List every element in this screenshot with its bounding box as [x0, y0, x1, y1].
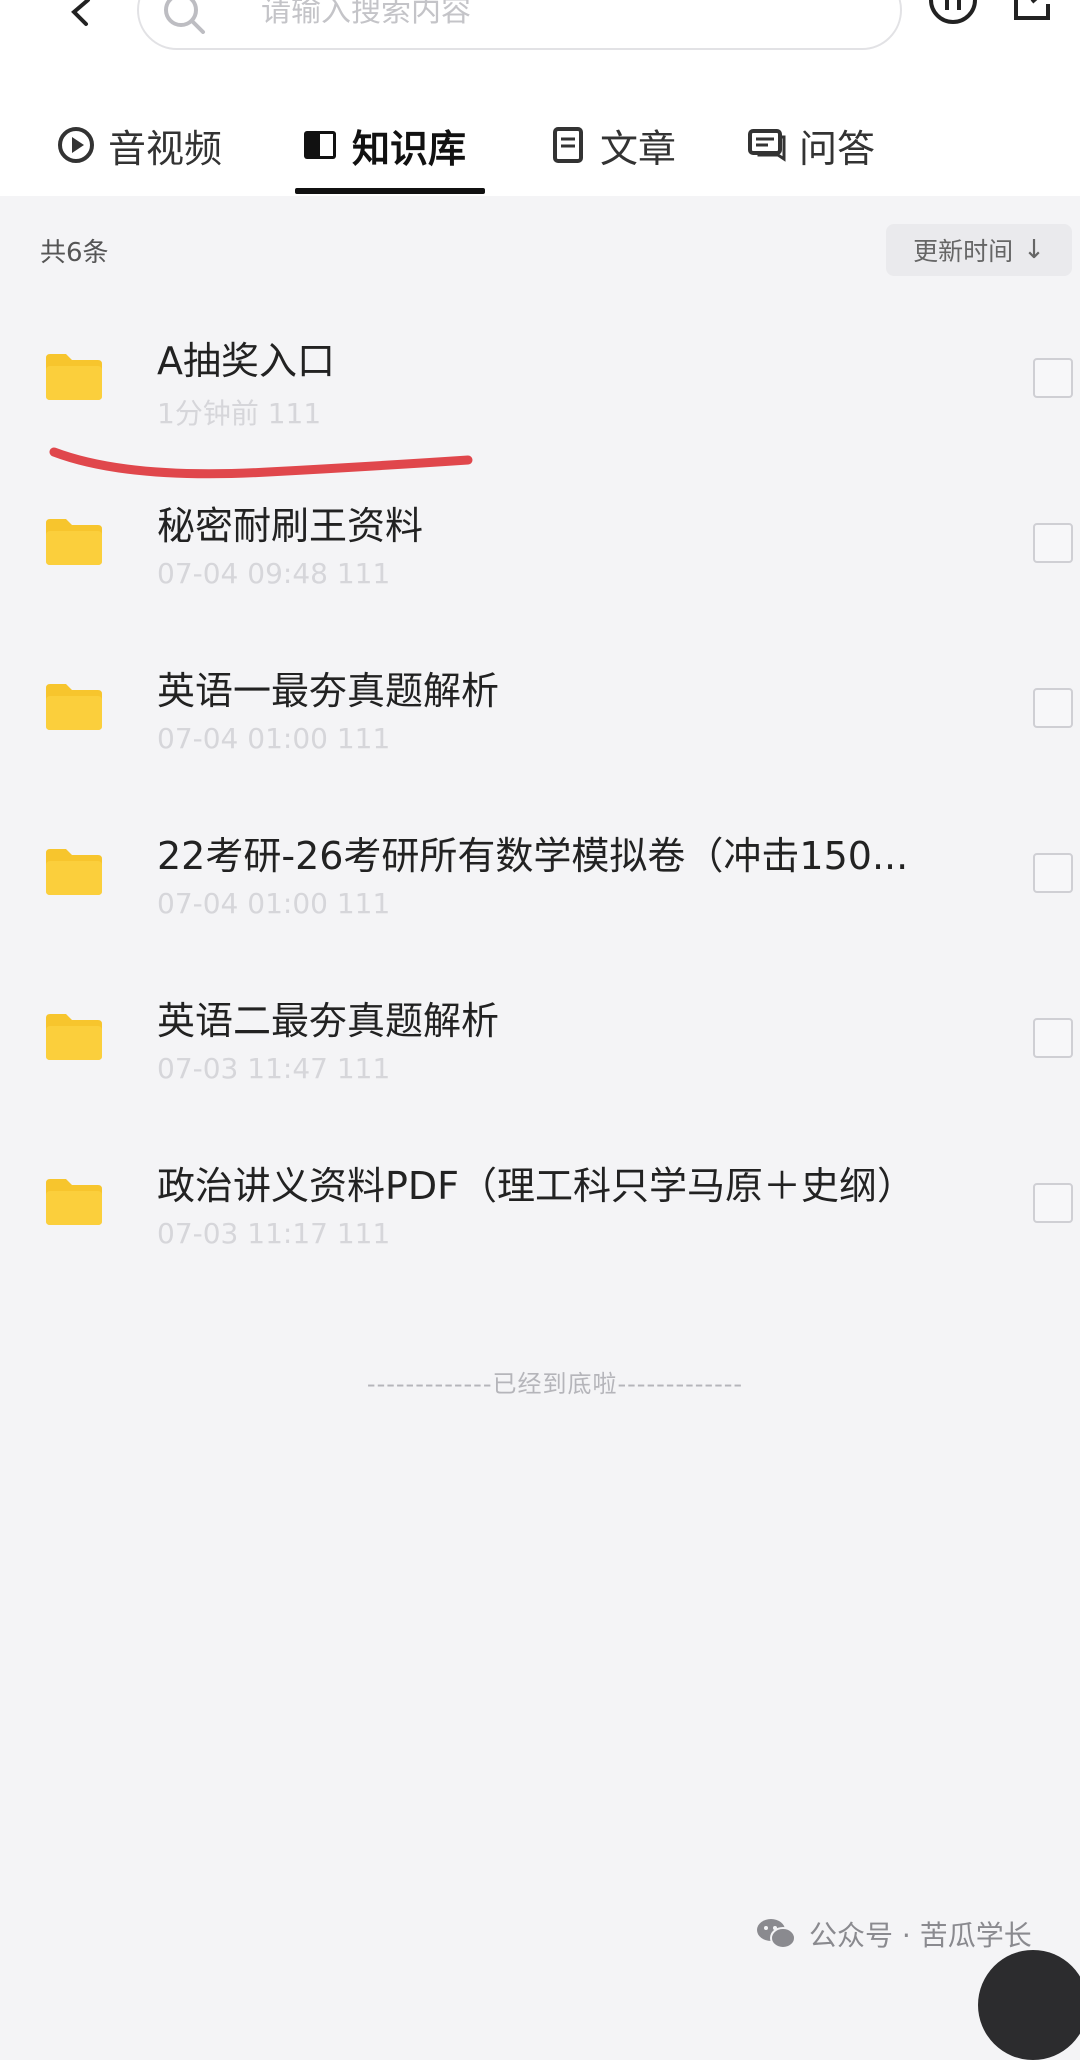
- item-title: 英语一最夯真题解析: [157, 669, 500, 713]
- item-checkbox[interactable]: [1033, 1018, 1073, 1058]
- sort-button[interactable]: 更新时间 ↓: [886, 224, 1072, 276]
- item-checkbox[interactable]: [1033, 853, 1073, 893]
- folder-icon: [46, 684, 102, 730]
- search-icon: [164, 0, 205, 34]
- folder-icon: [46, 1014, 102, 1060]
- tab-qa[interactable]: 问答: [747, 110, 875, 180]
- sort-label: 更新时间: [913, 237, 1014, 266]
- floating-action-button[interactable]: [978, 1950, 1080, 2060]
- list-item[interactable]: 英语一最夯真题解析 07-04 01:00 111: [0, 630, 1080, 795]
- watermark-text: 公众号 · 苦瓜学长: [809, 1919, 1032, 1952]
- red-annotation-underline: [49, 447, 473, 479]
- item-checkbox[interactable]: [1033, 523, 1073, 563]
- folder-icon: [46, 354, 102, 400]
- tab-label: 音视频: [108, 126, 223, 171]
- item-meta: 07-03 11:47 111: [157, 1052, 391, 1085]
- item-count: 共6条: [40, 238, 109, 268]
- item-checkbox[interactable]: [1033, 1183, 1073, 1223]
- list-item[interactable]: 22考研-26考研所有数学模拟卷（冲击150... 07-04 01:00 11…: [0, 795, 1080, 960]
- tab-bar: 音视频 知识库 文章 问答: [0, 110, 1080, 196]
- item-meta: 1分钟前 111: [157, 397, 322, 430]
- chat-icon: [748, 129, 786, 162]
- folder-icon: [46, 519, 102, 565]
- folder-icon: [46, 849, 102, 895]
- list-item[interactable]: 政治讲义资料PDF（理工科只学马原＋史纲） 07-03 11:17 111: [0, 1125, 1080, 1290]
- tab-label: 文章: [600, 126, 677, 171]
- top-bar: 音视频 知识库 文章 问答: [0, 0, 1080, 196]
- document-icon: [553, 127, 583, 163]
- item-title: 英语二最夯真题解析: [157, 999, 500, 1043]
- list-item[interactable]: 秘密耐刷王资料 07-04 09:48 111: [0, 465, 1080, 630]
- item-meta: 07-04 09:48 111: [157, 557, 391, 590]
- wechat-icon: [757, 1919, 796, 1949]
- search-input[interactable]: [259, 0, 823, 32]
- end-of-list-text: -------------已经到底啦-------------: [366, 1370, 744, 1398]
- book-icon: [304, 131, 336, 159]
- pause-icon[interactable]: [928, 0, 978, 30]
- tab-label: 问答: [799, 126, 876, 171]
- list-item[interactable]: 英语二最夯真题解析 07-03 11:47 111: [0, 960, 1080, 1125]
- tab-articles[interactable]: 文章: [548, 110, 676, 180]
- item-meta: 07-03 11:17 111: [157, 1217, 391, 1250]
- watermark: 公众号 · 苦瓜学长: [755, 1914, 1032, 1954]
- search-box[interactable]: [137, 0, 902, 50]
- item-title: A抽奖入口: [157, 339, 335, 383]
- item-title: 22考研-26考研所有数学模拟卷（冲击150...: [157, 834, 909, 878]
- arrow-down-icon: ↓: [1023, 235, 1045, 265]
- item-meta: 07-04 01:00 111: [157, 887, 391, 920]
- item-title: 秘密耐刷王资料: [157, 504, 424, 548]
- item-title: 政治讲义资料PDF（理工科只学马原＋史纲）: [157, 1164, 916, 1208]
- play-circle-icon: [58, 127, 94, 163]
- item-meta: 07-04 01:00 111: [157, 722, 391, 755]
- folder-icon: [46, 1179, 102, 1225]
- chevron-left-icon[interactable]: [60, 0, 100, 30]
- item-checkbox[interactable]: [1033, 358, 1073, 398]
- tab-audio-video[interactable]: 音视频: [56, 110, 222, 180]
- tab-knowledge-base[interactable]: 知识库: [300, 110, 466, 180]
- active-tab-indicator: [295, 188, 485, 194]
- tab-label: 知识库: [352, 126, 467, 171]
- item-checkbox[interactable]: [1033, 688, 1073, 728]
- share-icon[interactable]: [1008, 0, 1058, 30]
